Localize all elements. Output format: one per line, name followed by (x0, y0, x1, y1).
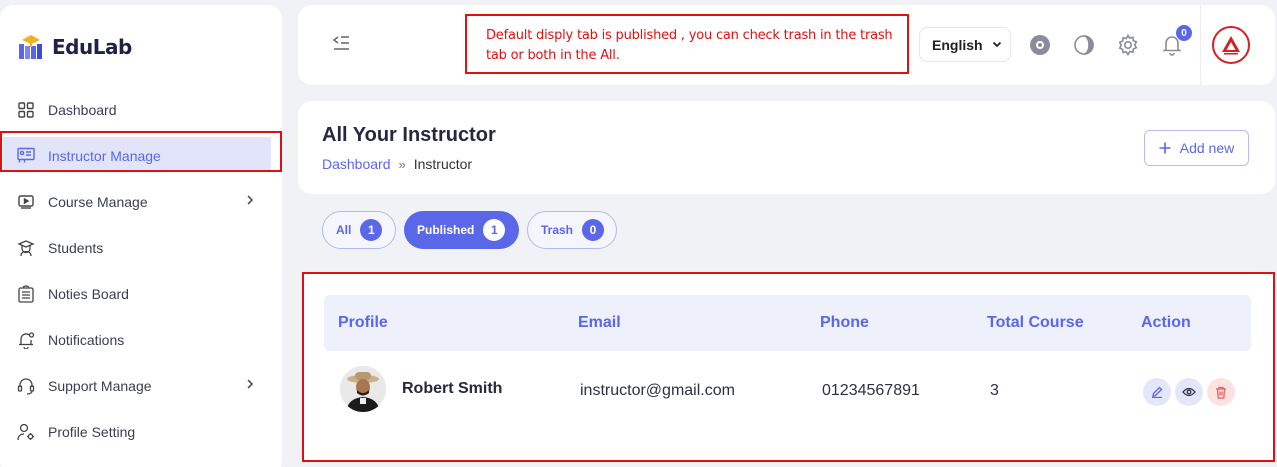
breadcrumb-separator: » (398, 156, 406, 172)
view-button[interactable] (1175, 378, 1203, 406)
chevron-right-icon (247, 379, 254, 389)
sidebar-item-course-manage[interactable]: Course Manage (0, 179, 282, 225)
chevron-down-icon (992, 41, 1001, 48)
trash-icon (1216, 386, 1226, 399)
sidebar-item-label: Students (48, 240, 104, 256)
sidebar-item-noties-board[interactable]: Noties Board (0, 271, 282, 317)
column-header-profile: Profile (338, 314, 388, 331)
instructor-icon (17, 147, 35, 165)
sidebar-item-label: Noties Board (48, 286, 129, 302)
tab-count-badge: 0 (582, 219, 605, 241)
tab-label: All (336, 223, 352, 237)
top-header: Default disply tab is published , you ca… (298, 5, 1275, 85)
headset-icon (17, 377, 35, 395)
settings-gear-icon[interactable] (1117, 34, 1139, 56)
annotation-note: Default disply tab is published , you ca… (465, 14, 909, 74)
profile-cell: Robert Smith (340, 366, 502, 412)
column-header-action: Action (1141, 314, 1191, 331)
sidebar-item-notifications[interactable]: Notifications (0, 317, 282, 363)
table-row: Robert Smith instructor@gmail.com 012345… (324, 352, 1251, 432)
language-value: English (932, 36, 983, 53)
sidebar-item-profile-setting[interactable]: Profile Setting (0, 409, 282, 455)
tab-published[interactable]: Published 1 (404, 211, 519, 249)
table-header: Profile Email Phone Total Course Action (324, 295, 1251, 351)
tab-count-badge: 1 (483, 219, 506, 241)
tab-label: Trash (541, 223, 574, 237)
annotation-line-2: tab or both in the All. (486, 48, 620, 63)
instructor-email: instructor@gmail.com (580, 382, 735, 399)
annotation-line-1: Default disply tab is published , you ca… (486, 28, 893, 43)
bell-icon (17, 331, 35, 349)
sidebar-item-support-manage[interactable]: Support Manage (0, 363, 282, 409)
tab-all[interactable]: All 1 (322, 211, 396, 249)
column-header-phone: Phone (820, 314, 869, 331)
edulab-logo-icon (19, 35, 42, 59)
sidebar-item-label: Notifications (48, 332, 125, 348)
brand-logo[interactable]: EduLab (16, 33, 132, 61)
tab-label: Published (417, 223, 475, 237)
sidebar-item-label: Course Manage (48, 194, 148, 210)
eye-icon[interactable] (1029, 34, 1051, 56)
page-title: All Your Instructor (322, 124, 496, 146)
instructor-avatar (340, 366, 386, 412)
chevron-right-icon (247, 195, 254, 205)
brand-name: EduLab (52, 35, 132, 59)
sidebar-item-label: Instructor Manage (48, 148, 161, 164)
edit-button[interactable] (1143, 378, 1171, 406)
add-new-label: Add new (1179, 140, 1235, 156)
instructor-name: Robert Smith (402, 380, 503, 397)
eye-icon (1182, 387, 1196, 397)
add-new-button[interactable]: Add new (1144, 130, 1249, 166)
notification-count-badge: 0 (1176, 25, 1192, 41)
instructor-phone: 01234567891 (822, 382, 920, 399)
video-icon (17, 193, 35, 211)
breadcrumb-dashboard-link[interactable]: Dashboard (322, 156, 391, 172)
pencil-icon (1152, 386, 1163, 398)
tab-count-badge: 1 (360, 219, 383, 241)
sidebar: EduLab Dashboard Instructor Manage Cours… (0, 5, 282, 467)
user-gear-icon (17, 423, 35, 441)
header-divider (1200, 5, 1201, 85)
user-avatar[interactable] (1212, 26, 1250, 64)
column-header-total-course: Total Course (987, 314, 1084, 331)
instructor-total-course: 3 (990, 382, 999, 399)
grid-icon (17, 101, 35, 119)
instructor-table-card: Profile Email Phone Total Course Action … (302, 272, 1275, 462)
student-icon (17, 239, 35, 257)
sidebar-item-students[interactable]: Students (0, 225, 282, 271)
breadcrumb: Dashboard » Instructor (322, 156, 472, 172)
sidebar-item-dashboard[interactable]: Dashboard (0, 87, 282, 133)
sidebar-item-label: Support Manage (48, 378, 152, 394)
plus-icon (1159, 142, 1171, 154)
page-header-card: All Your Instructor Dashboard » Instruct… (298, 101, 1275, 194)
column-header-email: Email (578, 314, 621, 331)
sidebar-item-label: Profile Setting (48, 424, 136, 440)
collapse-menu-icon[interactable] (332, 35, 350, 51)
delete-button[interactable] (1207, 378, 1235, 406)
avatar-logo-icon (1217, 31, 1245, 59)
language-select[interactable]: English (919, 27, 1011, 62)
theme-toggle-icon[interactable] (1073, 34, 1095, 56)
tab-trash[interactable]: Trash 0 (527, 211, 617, 249)
notice-icon (17, 285, 35, 303)
sidebar-item-label: Dashboard (48, 102, 117, 118)
breadcrumb-current: Instructor (413, 156, 473, 172)
